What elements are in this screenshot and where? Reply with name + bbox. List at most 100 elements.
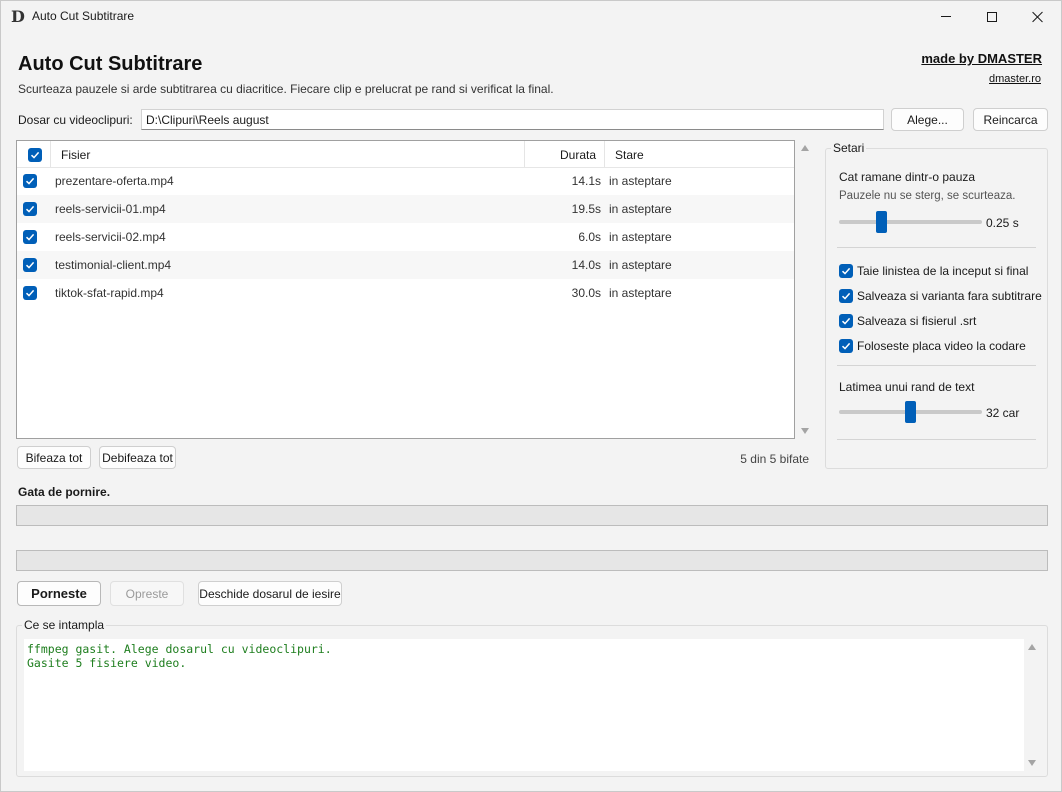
log-line: Gasite 5 fisiere video.: [27, 656, 187, 670]
file-name: testimonial-client.mp4: [55, 258, 172, 272]
folder-path-input[interactable]: D:\Clipuri\Reels august: [141, 109, 884, 130]
file-name: reels-servicii-01.mp4: [55, 202, 166, 216]
table-row[interactable]: testimonial-client.mp4 14.0s in asteptare: [17, 251, 794, 279]
table-row[interactable]: reels-servicii-02.mp4 6.0s in asteptare: [17, 223, 794, 251]
pause-value: 0.25 s: [986, 216, 1019, 230]
file-duration: 14.0s: [571, 258, 601, 272]
scroll-down-icon[interactable]: [801, 428, 809, 434]
brand-link[interactable]: made by DMASTER: [921, 51, 1042, 66]
option-checkbox[interactable]: [839, 264, 853, 278]
row-checkbox[interactable]: [23, 230, 37, 244]
scroll-up-icon[interactable]: [1028, 644, 1036, 650]
file-list[interactable]: Fisier Durata Stare prezentare-oferta.mp…: [16, 140, 795, 439]
select-all-checkbox[interactable]: [28, 148, 42, 162]
title-bar: D Auto Cut Subtitrare: [1, 1, 1061, 32]
slider-track: [839, 220, 982, 224]
checkmark-icon: [841, 267, 851, 275]
file-state: in asteptare: [609, 202, 672, 216]
minimize-button[interactable]: [923, 1, 969, 32]
table-row[interactable]: prezentare-oferta.mp4 14.1s in asteptare: [17, 167, 794, 195]
option-label[interactable]: Taie linistea de la inceput si final: [857, 264, 1028, 278]
total-progress-bar: [16, 550, 1048, 571]
brand-site-link[interactable]: dmaster.ro: [989, 73, 1041, 85]
option-label[interactable]: Salveaza si fisierul .srt: [857, 314, 976, 328]
file-list-scrollbar[interactable]: [798, 140, 812, 439]
file-name: tiktok-sfat-rapid.mp4: [55, 286, 164, 300]
check-all-button[interactable]: Bifeaza tot: [17, 446, 91, 469]
page-title: Auto Cut Subtitrare: [18, 53, 203, 75]
uncheck-all-button[interactable]: Debifeaza tot: [99, 446, 176, 469]
line-width-slider[interactable]: [839, 400, 982, 424]
open-output-folder-button[interactable]: Deschide dosarul de iesire: [198, 581, 342, 606]
column-header-duration[interactable]: Durata: [560, 148, 596, 162]
log-legend: Ce se intampla: [22, 618, 107, 632]
option-checkbox[interactable]: [839, 339, 853, 353]
slider-thumb[interactable]: [905, 401, 916, 423]
row-checkbox[interactable]: [23, 202, 37, 216]
file-state: in asteptare: [609, 230, 672, 244]
file-name: prezentare-oferta.mp4: [55, 174, 174, 188]
app-logo-icon: D: [11, 7, 25, 26]
row-checkbox[interactable]: [23, 286, 37, 300]
pause-hint: Pauzele nu se sterg, se scurteaza.: [839, 190, 1016, 202]
checkmark-icon: [841, 342, 851, 350]
row-checkbox[interactable]: [23, 258, 37, 272]
option-label[interactable]: Salveaza si varianta fara subtitrare: [857, 289, 1042, 303]
divider: [837, 439, 1036, 440]
column-header-name[interactable]: Fisier: [61, 148, 90, 162]
app-window: D Auto Cut Subtitrare Auto Cut Subtitrar…: [0, 0, 1062, 792]
file-state: in asteptare: [609, 286, 672, 300]
folder-label: Dosar cu videoclipuri:: [18, 113, 133, 127]
column-separator: [50, 141, 51, 167]
pause-slider[interactable]: [839, 210, 982, 234]
start-button[interactable]: Porneste: [17, 581, 101, 606]
log-output[interactable]: ffmpeg gasit. Alege dosarul cu videoclip…: [24, 639, 1024, 771]
file-list-header: Fisier Durata Stare: [17, 141, 794, 168]
file-duration: 14.1s: [571, 174, 601, 188]
divider: [837, 365, 1036, 366]
column-separator: [524, 141, 525, 167]
window-title: Auto Cut Subtitrare: [32, 9, 135, 23]
file-state: in asteptare: [609, 258, 672, 272]
pause-label: Cat ramane dintr-o pauza: [839, 170, 976, 184]
maximize-icon: [987, 11, 997, 22]
checkmark-icon: [841, 292, 851, 300]
option-checkbox[interactable]: [839, 289, 853, 303]
scroll-down-icon[interactable]: [1028, 760, 1036, 766]
checked-count: 5 din 5 bifate: [740, 452, 809, 466]
line-width-value: 32 car: [986, 406, 1020, 420]
checkmark-icon: [25, 289, 35, 297]
divider: [837, 247, 1036, 248]
table-row[interactable]: reels-servicii-01.mp4 19.5s in asteptare: [17, 195, 794, 223]
checkmark-icon: [25, 261, 35, 269]
stop-button[interactable]: Opreste: [110, 581, 184, 606]
option-checkbox[interactable]: [839, 314, 853, 328]
close-icon: [1032, 11, 1044, 23]
checkmark-icon: [25, 177, 35, 185]
file-duration: 30.0s: [571, 286, 601, 300]
file-duration: 19.5s: [571, 202, 601, 216]
checkmark-icon: [25, 233, 35, 241]
choose-folder-button[interactable]: Alege...: [891, 108, 964, 131]
file-name: reels-servicii-02.mp4: [55, 230, 166, 244]
file-progress-bar: [16, 505, 1048, 526]
table-row[interactable]: tiktok-sfat-rapid.mp4 30.0s in asteptare: [17, 279, 794, 307]
checkmark-icon: [841, 317, 851, 325]
slider-thumb[interactable]: [875, 211, 887, 233]
scroll-up-icon[interactable]: [801, 145, 809, 151]
column-separator: [604, 141, 605, 167]
checkmark-icon: [30, 151, 40, 159]
file-state: in asteptare: [609, 174, 672, 188]
close-button[interactable]: [1015, 1, 1061, 32]
reload-button[interactable]: Reincarca: [973, 108, 1048, 131]
log-scrollbar[interactable]: [1025, 639, 1039, 771]
file-duration: 6.0s: [578, 230, 601, 244]
column-header-state[interactable]: Stare: [615, 148, 644, 162]
row-checkbox[interactable]: [23, 174, 37, 188]
page-subtitle: Scurteaza pauzele si arde subtitrarea cu…: [18, 82, 554, 96]
log-line: ffmpeg gasit. Alege dosarul cu videoclip…: [27, 642, 332, 656]
option-label[interactable]: Foloseste placa video la codare: [857, 339, 1026, 353]
line-width-label: Latimea unui rand de text: [839, 380, 975, 394]
maximize-button[interactable]: [969, 1, 1015, 32]
checkmark-icon: [25, 205, 35, 213]
